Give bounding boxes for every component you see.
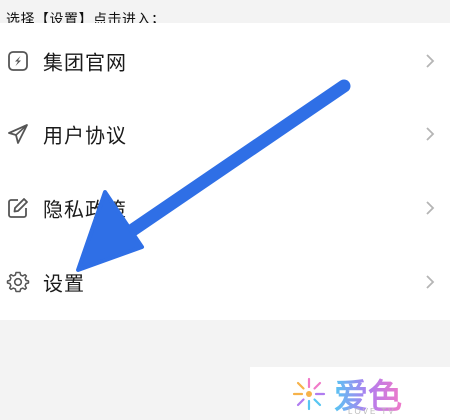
edit-icon [8, 198, 28, 218]
menu-item-label: 用户协议 [43, 123, 127, 148]
menu-item-label: 集团官网 [43, 50, 127, 75]
menu-item-label: 隐私政策 [43, 197, 127, 222]
gear-icon [6, 271, 30, 293]
menu-item-label: 设置 [43, 271, 85, 296]
chevron-right-icon [426, 54, 435, 68]
paper-plane-icon [8, 124, 28, 144]
menu-item-group-website[interactable]: 集团官网 [0, 23, 450, 99]
menu-item-privacy-policy[interactable]: 隐私政策 [0, 170, 450, 246]
menu-item-settings[interactable]: 设置 [0, 244, 450, 320]
compass-icon [8, 51, 28, 71]
watermark-subtext: LOVE TV [348, 407, 396, 416]
watermark-logo: 爱色 LOVE TV [250, 367, 450, 420]
chevron-right-icon [426, 127, 435, 141]
chevron-right-icon [426, 201, 435, 215]
chevron-right-icon [426, 275, 435, 289]
snowflake-logo-icon [292, 377, 326, 411]
menu-item-user-agreement[interactable]: 用户协议 [0, 96, 450, 172]
